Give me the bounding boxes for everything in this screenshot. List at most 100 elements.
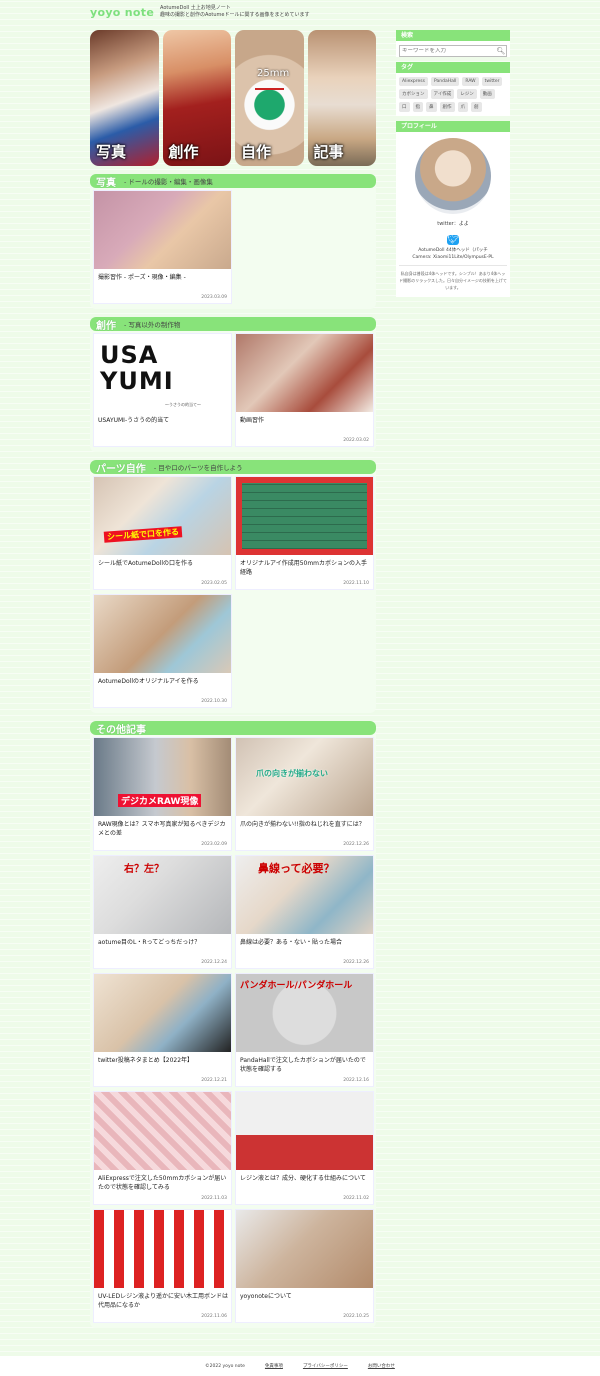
tag-item[interactable]: レジン [457, 89, 477, 99]
hero-label-articles: 記事 [313, 143, 344, 161]
article-card[interactable]: オリジナルアイ作成用50mmカボションの入手経路 2022.11.10 [236, 477, 373, 589]
article-card[interactable]: twitter投稿ネタまとめ【2022年】 2022.12.21 [94, 974, 231, 1086]
thumbnail-caption: 鼻線って必要？ [258, 862, 335, 875]
footer-link-privacy[interactable]: プライバシーポリシー [303, 1363, 348, 1369]
article-title: AliExpressで注文した50mmカボションが届いたので状態を確認してみる [98, 1175, 227, 1191]
article-thumbnail [94, 595, 231, 673]
article-card[interactable]: AotumeDollのオリジナルアイを作る 2022.10.30 [94, 595, 231, 707]
article-card[interactable]: yoyonoteについて 2022.10.25 [236, 1210, 373, 1322]
article-date: 2022.10.25 [343, 1314, 369, 1319]
article-card[interactable]: レジン液とは？成分、硬化する仕組みについて 2022.11.02 [236, 1092, 373, 1204]
article-thumbnail [236, 1092, 373, 1170]
tag-item[interactable]: カボション [399, 89, 428, 99]
tag-item[interactable]: RAW [462, 77, 479, 86]
article-date: 2022.12.26 [343, 842, 369, 847]
profile-description: 私自身は普段は4体ヘッドです。シンプル！あまり4体ヘッド撮影のリラックスした。日… [399, 265, 507, 291]
section-heading[interactable]: その他記事 [90, 721, 376, 736]
section-title: 写真 [96, 177, 116, 189]
hero-card-diy[interactable]: 25mm 自作 [235, 30, 304, 166]
article-date: 2023.02.05 [201, 581, 227, 586]
section-heading[interactable]: 創作 - 写真以外の制作物 [90, 317, 376, 332]
footer-link-contact[interactable]: お問い合わせ [368, 1363, 395, 1369]
thumbnail-logo-text: USA YUMI [100, 341, 174, 395]
section-other: その他記事 デジカメRAW現像 RAW現像とは？スマホ写真家が知るべきデジカメと… [90, 721, 376, 1328]
footer-link-disclaimer[interactable]: 免責事項 [265, 1363, 283, 1369]
copyright-text: ©2022 yoyo note [205, 1363, 245, 1369]
article-date: 2023.03.09 [201, 295, 227, 300]
tag-item[interactable]: Aliexpress [399, 77, 428, 86]
profile-widget: プロフィール twitter：よよ 🐦︎ AotumeDoll 44体ヘッド（パ… [396, 121, 510, 297]
article-card[interactable]: デジカメRAW現像 RAW現像とは？スマホ写真家が知るべきデジカメとの差 202… [94, 738, 231, 850]
article-thumbnail [236, 334, 373, 412]
article-card[interactable]: 撮影習作 - ポーズ・現像・編集 - 2023.03.09 [94, 191, 231, 303]
article-card[interactable]: USA YUMI 〜うさうの的当て〜 USAYUMI-うさうの的当て [94, 334, 231, 446]
article-thumbnail: パンダホール/パンダホール [236, 974, 373, 1052]
category-hero: 写真 創作 25mm 自作 記事 [90, 30, 376, 166]
article-card[interactable]: パンダホール/パンダホール PandaHallで注文したカボションが届いたので状… [236, 974, 373, 1086]
main-content: 写真 創作 25mm 自作 記事 写真 - ドールの撮影・編集・画像集 撮影習作… [90, 30, 376, 1328]
tag-item[interactable]: PandaHall [431, 77, 460, 86]
thumbnail-caption: 右？左？ [124, 864, 164, 875]
avatar [415, 138, 491, 214]
thumbnail-caption: 爪の向きが揃わない [256, 769, 328, 778]
search-icon[interactable]: 🔍︎ [496, 47, 506, 55]
article-title: シール紙でAotumeDollの口を作る [98, 560, 193, 567]
section-subtitle: - ドールの撮影・編集・画像集 [124, 178, 213, 186]
section-parts: パーツ自作 - 目や口のパーツを自作しよう シール紙で口を作る シール紙でAot… [90, 460, 376, 713]
article-title: RAW現像とは？スマホ写真家が知るべきデジカメとの差 [98, 821, 226, 837]
tagline-line-2: 趣味の撮影と創作のAotumeドールに関する画像をまとめています [160, 12, 310, 18]
article-thumbnail [94, 1210, 231, 1288]
article-thumbnail [94, 191, 231, 269]
profile-meta-1: AotumeDoll 44体ヘッド（パッチ [418, 248, 488, 253]
tag-item[interactable]: 口 [399, 102, 410, 112]
article-card[interactable]: シール紙で口を作る シール紙でAotumeDollの口を作る 2023.02.0… [94, 477, 231, 589]
tag-item[interactable]: 爪 [457, 102, 468, 112]
article-date: 2022.12.21 [201, 1078, 227, 1083]
tag-item[interactable]: twitter [481, 77, 503, 86]
article-card[interactable]: 動画習作 2022.03.02 [236, 334, 373, 446]
tag-item[interactable]: 動画 [479, 89, 495, 99]
article-thumbnail [94, 974, 231, 1052]
tag-item[interactable]: 創 [471, 102, 482, 112]
section-heading[interactable]: 写真 - ドールの撮影・編集・画像集 [90, 174, 376, 189]
article-title: AotumeDollのオリジナルアイを作る [98, 678, 199, 685]
tag-item[interactable]: 鼻 [426, 102, 437, 112]
article-title: yoyonoteについて [240, 1293, 292, 1300]
article-title: aotume目のL・Rってどっちだっけ？ [98, 939, 201, 946]
article-thumbnail: シール紙で口を作る [94, 477, 231, 555]
search-input[interactable] [400, 48, 496, 54]
tag-item[interactable]: 創作 [439, 102, 455, 112]
article-card[interactable]: AliExpressで注文した50mmカボションが届いたので状態を確認してみる … [94, 1092, 231, 1204]
twitter-icon[interactable]: 🐦︎ [447, 235, 459, 245]
widget-heading: 検索 [396, 30, 510, 41]
article-title: 鼻線は必要？ある・ない・貼った場合 [240, 939, 343, 946]
article-thumbnail [236, 1210, 373, 1288]
article-date: 2022.10.30 [201, 699, 227, 704]
article-thumbnail: 爪の向きが揃わない [236, 738, 373, 816]
section-heading[interactable]: パーツ自作 - 目や口のパーツを自作しよう [90, 460, 376, 475]
article-thumbnail: デジカメRAW現像 [94, 738, 231, 816]
article-date: 2022.12.24 [201, 960, 227, 965]
article-thumbnail [94, 1092, 231, 1170]
hero-card-articles[interactable]: 記事 [307, 30, 376, 166]
article-thumbnail: 鼻線って必要？ [236, 856, 373, 934]
search-form: 🔍︎ [399, 45, 507, 57]
article-card[interactable]: 爪の向きが揃わない 爪の向きが揃わない!!指のねじれを直すには？ 2022.12… [236, 738, 373, 850]
site-logo[interactable]: yoyo note [90, 6, 154, 19]
article-date: 2022.12.26 [343, 960, 369, 965]
article-card[interactable]: UV-LEDレジン液より遥かに安い木工用ボンドは代用品になるか 2022.11.… [94, 1210, 231, 1322]
article-title: twitter投稿ネタまとめ【2022年】 [98, 1057, 194, 1064]
hero-card-create[interactable]: 創作 [162, 30, 231, 166]
sidebar: 検索 🔍︎ タグ Aliexpress PandaHall RAW twitte… [396, 30, 510, 302]
article-card[interactable]: 右？左？ aotume目のL・Rってどっちだっけ？ 2022.12.24 [94, 856, 231, 968]
hero-card-photo[interactable]: 写真 [90, 30, 159, 166]
article-card[interactable]: 鼻線って必要？ 鼻線は必要？ある・ない・貼った場合 2022.12.26 [236, 856, 373, 968]
article-date: 2023.02.09 [201, 842, 227, 847]
article-date: 2022.03.02 [343, 438, 369, 443]
section-subtitle: - 目や口のパーツを自作しよう [153, 464, 243, 472]
tag-item[interactable]: アイ作成 [430, 89, 455, 99]
section-title: その他記事 [96, 724, 146, 736]
tag-item[interactable]: 指 [412, 102, 423, 112]
thumbnail-caption: パンダホール/パンダホール [240, 981, 353, 991]
article-date: 2022.11.06 [201, 1314, 227, 1319]
